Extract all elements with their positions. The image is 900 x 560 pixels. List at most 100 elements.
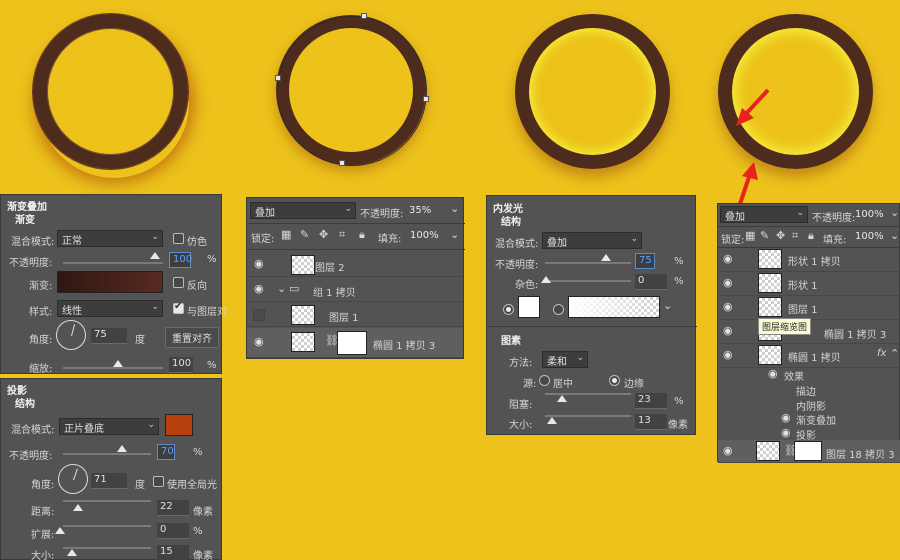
- eye-icon[interactable]: ◉: [254, 335, 264, 348]
- layer-name[interactable]: 形状 1: [788, 277, 818, 292]
- scale-slider[interactable]: [63, 367, 163, 369]
- layer-thumbnail[interactable]: [291, 332, 315, 352]
- effect-stroke[interactable]: 描边: [796, 383, 816, 398]
- chevron-down-icon[interactable]: ⌄: [277, 282, 286, 295]
- layer-name[interactable]: 图层 18 拷贝 3: [826, 446, 895, 461]
- eye-icon[interactable]: ◉: [254, 257, 264, 270]
- mask-thumbnail[interactable]: [794, 441, 822, 461]
- blend-mode-select[interactable]: 叠加 ⌄: [250, 202, 356, 219]
- glow-gradient-swatch[interactable]: [568, 296, 660, 318]
- layer-name[interactable]: 椭圆 1 拷贝: [788, 349, 841, 364]
- glow-color-swatch[interactable]: [518, 296, 540, 318]
- layer-name[interactable]: 图层 2: [315, 259, 345, 274]
- angle-input[interactable]: 75: [91, 328, 127, 344]
- angle-dial[interactable]: [58, 464, 88, 494]
- eye-icon[interactable]: ◉: [254, 282, 264, 295]
- lock-icon[interactable]: 🔒︎: [359, 228, 365, 242]
- opacity-input[interactable]: 70: [157, 444, 175, 460]
- choke-slider-knob[interactable]: [557, 395, 567, 402]
- move-icon[interactable]: ✥: [319, 228, 328, 241]
- noise-slider[interactable]: [545, 280, 631, 282]
- layer-name[interactable]: 椭圆 1 拷贝 3: [373, 337, 435, 352]
- size-slider-knob[interactable]: [547, 417, 557, 424]
- layer-row[interactable]: ◉ ⛓ 椭圆 1 拷贝 3: [247, 328, 463, 358]
- distance-slider[interactable]: [63, 500, 151, 502]
- layer-row[interactable]: ◉ 椭圆 1 拷贝 fx ⌃: [718, 344, 900, 368]
- layer-thumbnail[interactable]: [291, 255, 315, 275]
- eye-icon[interactable]: ◉: [723, 252, 733, 265]
- brush-icon[interactable]: ✎: [300, 228, 309, 241]
- distance-input[interactable]: 22: [157, 500, 189, 516]
- eye-icon[interactable]: ◉: [781, 411, 791, 424]
- opacity-slider[interactable]: [545, 262, 631, 264]
- effect-inner-shadow[interactable]: 内阴影: [796, 398, 826, 413]
- opacity-value[interactable]: 35%: [409, 205, 431, 216]
- effect-gradient-overlay[interactable]: 渐变叠加: [796, 412, 836, 427]
- align-with-layer-checkbox[interactable]: [173, 301, 184, 314]
- blend-mode-select[interactable]: 正片叠底 ⌄: [59, 418, 159, 435]
- spread-slider-knob[interactable]: [55, 527, 65, 534]
- layer-row[interactable]: ◉ 形状 1: [718, 272, 900, 296]
- opacity-input[interactable]: 100: [169, 252, 192, 268]
- blend-mode-select[interactable]: 正常 ⌄: [57, 230, 163, 247]
- layer-thumbnail[interactable]: [756, 441, 780, 461]
- dither-checkbox[interactable]: [173, 233, 184, 244]
- angle-input[interactable]: 71: [91, 473, 127, 489]
- size-input[interactable]: 15: [157, 545, 189, 560]
- layer-thumbnail[interactable]: [291, 305, 315, 325]
- spread-input[interactable]: 0: [157, 523, 189, 539]
- shadow-color-swatch[interactable]: [165, 414, 193, 436]
- lock-transparent-icon[interactable]: ▦: [745, 229, 755, 242]
- layer-row[interactable]: ◉ 图层 2: [247, 253, 463, 277]
- layer-thumbnail[interactable]: [758, 273, 782, 293]
- spread-slider[interactable]: [63, 525, 151, 527]
- source-edge-radio[interactable]: [609, 375, 620, 386]
- scale-input[interactable]: 100: [169, 357, 193, 373]
- layer-row[interactable]: ◉ 图层 1: [718, 296, 900, 320]
- eye-icon[interactable]: ◉: [768, 367, 778, 380]
- layer-name[interactable]: 椭圆 1 拷贝 3: [824, 326, 886, 341]
- lock-transparent-icon[interactable]: ▦: [281, 228, 291, 241]
- eye-icon[interactable]: ◉: [723, 300, 733, 313]
- layer-name[interactable]: 形状 1 拷贝: [788, 253, 841, 268]
- angle-dial[interactable]: [56, 320, 86, 350]
- anchor-point[interactable]: [423, 96, 429, 102]
- opacity-value[interactable]: 100%: [855, 209, 884, 220]
- eye-icon[interactable]: ◉: [723, 348, 733, 361]
- source-center-radio[interactable]: [539, 375, 550, 386]
- artboard-icon[interactable]: ⌗: [339, 228, 345, 242]
- reset-alignment-button[interactable]: 重置对齐: [165, 327, 219, 348]
- eye-icon[interactable]: ◉: [723, 276, 733, 289]
- fx-icon[interactable]: fx: [877, 348, 886, 359]
- anchor-point[interactable]: [361, 13, 367, 19]
- opacity-slider[interactable]: [63, 453, 151, 455]
- anchor-point[interactable]: [275, 75, 281, 81]
- visibility-empty-box[interactable]: [253, 309, 265, 321]
- layer-row[interactable]: ◉ 椭圆 1 拷贝 3 图层缩览图: [718, 318, 900, 344]
- layer-name[interactable]: 组 1 拷贝: [313, 284, 356, 299]
- artboard-icon[interactable]: ⌗: [792, 229, 798, 243]
- move-icon[interactable]: ✥: [776, 229, 785, 242]
- chevron-down-icon[interactable]: ⌄: [663, 299, 672, 312]
- layer-thumbnail[interactable]: [758, 297, 782, 317]
- layer-name[interactable]: 图层 1: [788, 301, 818, 316]
- color-radio[interactable]: [503, 304, 514, 315]
- chevron-down-icon[interactable]: ⌄: [450, 202, 459, 215]
- chevron-up-icon[interactable]: ⌃: [890, 347, 899, 360]
- noise-slider-knob[interactable]: [541, 276, 551, 283]
- reverse-checkbox[interactable]: [173, 277, 184, 288]
- lock-icon[interactable]: 🔒︎: [808, 229, 814, 243]
- opacity-slider-knob[interactable]: [150, 252, 160, 259]
- gradient-swatch[interactable]: [57, 271, 163, 293]
- method-select[interactable]: 柔和 ⌄: [542, 351, 588, 368]
- eye-icon[interactable]: ◉: [723, 444, 733, 457]
- chevron-down-icon[interactable]: ⌄: [890, 229, 899, 242]
- layer-row[interactable]: 图层 1: [247, 303, 463, 327]
- brush-icon[interactable]: ✎: [760, 229, 769, 242]
- distance-slider-knob[interactable]: [73, 504, 83, 511]
- layer-thumbnail[interactable]: [758, 345, 782, 365]
- layer-name[interactable]: 图层 1: [329, 309, 359, 324]
- mask-thumbnail[interactable]: [337, 331, 367, 355]
- anchor-point[interactable]: [339, 160, 345, 166]
- choke-input[interactable]: 23: [635, 393, 667, 409]
